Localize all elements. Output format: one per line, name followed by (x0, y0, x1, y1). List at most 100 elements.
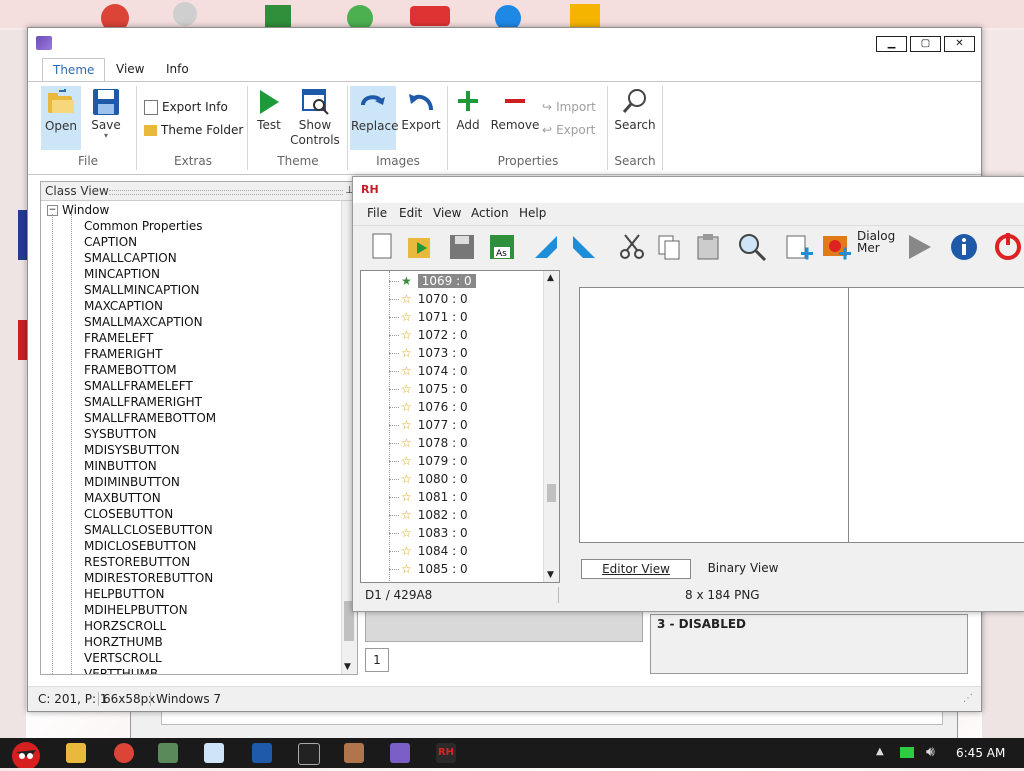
rh-menu-item[interactable]: Help (519, 206, 546, 220)
notepad-icon[interactable] (204, 743, 224, 763)
tab-theme[interactable]: Theme (42, 58, 106, 83)
search-button[interactable]: Search (614, 86, 656, 148)
save-as-icon[interactable]: As (485, 230, 519, 264)
export-info-button[interactable]: Export Info (144, 98, 228, 116)
class-tree-item[interactable]: MAXBUTTON (84, 490, 161, 506)
tree-node-window[interactable]: − Window (47, 202, 109, 218)
tab-view[interactable]: View (106, 58, 154, 81)
resource-tree-item[interactable]: ☆ 1071 : 0 (389, 308, 468, 326)
class-tree-item[interactable]: RESTOREBUTTON (84, 554, 190, 570)
export-property-button[interactable]: ↩ Export (542, 121, 595, 139)
class-tree-item[interactable]: HORZSCROLL (84, 618, 166, 634)
class-tree-item[interactable]: CAPTION (84, 234, 137, 250)
theme-folder-button[interactable]: Theme Folder (144, 121, 243, 139)
tab-info[interactable]: Info (156, 58, 199, 81)
copy-icon[interactable] (653, 230, 687, 264)
resource-tree-item[interactable]: ☆ 1070 : 0 (389, 290, 468, 308)
class-tree[interactable]: − Window Common Properties CAPTION SMALLCAP… (41, 201, 341, 674)
forward-arrow-icon[interactable] (567, 230, 601, 264)
resource-tree-item[interactable]: ☆ 1073 : 0 (389, 344, 468, 362)
page-number[interactable]: 1 (365, 648, 389, 672)
start-button[interactable] (2, 738, 48, 770)
class-tree-item[interactable]: MINCAPTION (84, 266, 160, 282)
class-tree-item[interactable]: MDIRESTOREBUTTON (84, 570, 213, 586)
class-tree-item[interactable]: SMALLMAXCAPTION (84, 314, 203, 330)
scroll-down-icon[interactable]: ▼ (547, 570, 554, 580)
rh-menu-item[interactable]: Edit (399, 206, 422, 220)
app-icon-taskbar[interactable] (158, 743, 178, 763)
resource-tree-item[interactable]: ☆ 1074 : 0 (389, 362, 468, 380)
info-icon[interactable] (947, 230, 981, 264)
open-button[interactable]: Open (41, 86, 81, 150)
class-tree-item[interactable]: MDICLOSEBUTTON (84, 538, 196, 554)
class-tree-item[interactable]: MDIHELPBUTTON (84, 602, 188, 618)
editor-pane[interactable] (579, 287, 1024, 543)
volume-icon[interactable]: 🔊︎ (926, 744, 935, 760)
resource-tree-item[interactable]: ☆ 1079 : 0 (389, 452, 468, 470)
rh-menu-item[interactable]: File (367, 206, 387, 220)
class-tree-item[interactable]: HELPBUTTON (84, 586, 164, 602)
chrome-icon[interactable] (114, 743, 134, 763)
class-tree-item[interactable]: MDISYSBUTTON (84, 442, 180, 458)
save-file-icon[interactable] (445, 230, 479, 264)
show-hidden-icons[interactable]: ▲ (876, 746, 884, 757)
file-explorer-icon[interactable] (66, 743, 86, 763)
class-tree-item[interactable]: VERTSCROLL (84, 650, 162, 666)
add-button[interactable]: Add (453, 86, 483, 148)
class-tree-item[interactable]: CLOSEBUTTON (84, 506, 173, 522)
resource-tree-item[interactable]: ☆ 1081 : 0 (389, 488, 468, 506)
class-tree-item[interactable]: SMALLMINCAPTION (84, 282, 200, 298)
resource-tree-item[interactable]: ☆ 1078 : 0 (389, 434, 468, 452)
scroll-thumb[interactable] (547, 484, 556, 502)
replace-button[interactable]: Replace (350, 86, 398, 150)
class-tree-item[interactable]: SYSBUTTON (84, 426, 156, 442)
class-tree-item[interactable]: SMALLFRAMELEFT (84, 378, 193, 394)
resource-hacker-taskbar-icon[interactable]: RH (436, 743, 456, 763)
exit-icon[interactable] (991, 230, 1024, 264)
class-tree-item[interactable]: VERTTHUMB (84, 666, 158, 674)
class-tree-item[interactable]: MINBUTTON (84, 458, 157, 474)
resource-tree-item[interactable]: ☆ 1077 : 0 (389, 416, 468, 434)
back-arrow-icon[interactable] (529, 230, 563, 264)
dialog-merge-icon[interactable]: Dialog Mer (857, 230, 897, 264)
class-tree-item[interactable]: MDIMINBUTTON (84, 474, 180, 490)
paste-icon[interactable] (691, 230, 725, 264)
close-button[interactable]: ✕ (944, 36, 975, 52)
resource-tree-item[interactable]: ☆ 1076 : 0 (389, 398, 468, 416)
class-tree-item[interactable]: FRAMELEFT (84, 330, 153, 346)
save-dropdown-icon[interactable]: ▾ (86, 132, 126, 140)
resource-tree-item[interactable]: ☆ 1083 : 0 (389, 524, 468, 542)
show-controls-button[interactable]: Show Controls (290, 86, 340, 152)
export-button[interactable]: Export (400, 86, 442, 148)
run-script-icon[interactable] (903, 230, 937, 264)
add-resource-icon[interactable] (781, 230, 815, 264)
title-bar[interactable]: ▁ ▢ ✕ (28, 28, 981, 58)
tab-binary-view[interactable]: Binary View (693, 559, 793, 577)
resource-tree-item[interactable]: ☆ 1075 : 0 (389, 380, 468, 398)
resource-tree[interactable]: ▲ ▼ ★ 1069 : 0 ☆ 1070 : 0 ☆ 1071 : 0 ☆ 1072 : 0… (360, 270, 560, 583)
class-tree-item[interactable]: FRAMERIGHT (84, 346, 162, 362)
class-tree-item[interactable]: SMALLCAPTION (84, 250, 177, 266)
theme-editor-icon[interactable] (390, 743, 410, 763)
clock[interactable]: 6:45 AM (956, 746, 1005, 760)
class-tree-item[interactable]: SMALLCLOSEBUTTON (84, 522, 213, 538)
seven-zip-icon[interactable] (298, 743, 320, 765)
editor-icon[interactable] (252, 743, 272, 763)
class-tree-item[interactable]: FRAMEBOTTOM (84, 362, 177, 378)
resize-grip-icon[interactable]: ⋰ (963, 687, 973, 711)
maximize-button[interactable]: ▢ (910, 36, 941, 52)
test-button[interactable]: Test (254, 86, 284, 148)
resource-tree-scrollbar[interactable]: ▲ ▼ (543, 271, 559, 582)
resource-tree-item[interactable]: ☆ 1072 : 0 (389, 326, 468, 344)
find-icon[interactable] (735, 230, 769, 264)
rh-title-bar[interactable]: RH (353, 177, 1024, 203)
tab-editor-view[interactable]: Editor View (581, 559, 691, 579)
save-button[interactable]: Save ▾ (86, 86, 126, 148)
scroll-up-icon[interactable]: ▲ (547, 273, 554, 283)
class-tree-item[interactable]: HORZTHUMB (84, 634, 163, 650)
rh-menu-item[interactable]: View (433, 206, 461, 220)
new-file-icon[interactable] (365, 230, 399, 264)
resource-tree-item[interactable]: ☆ 1082 : 0 (389, 506, 468, 524)
resource-tree-item[interactable]: ☆ 1084 : 0 (389, 542, 468, 560)
resource-tree-item[interactable]: ★ 1069 : 0 (389, 272, 476, 290)
